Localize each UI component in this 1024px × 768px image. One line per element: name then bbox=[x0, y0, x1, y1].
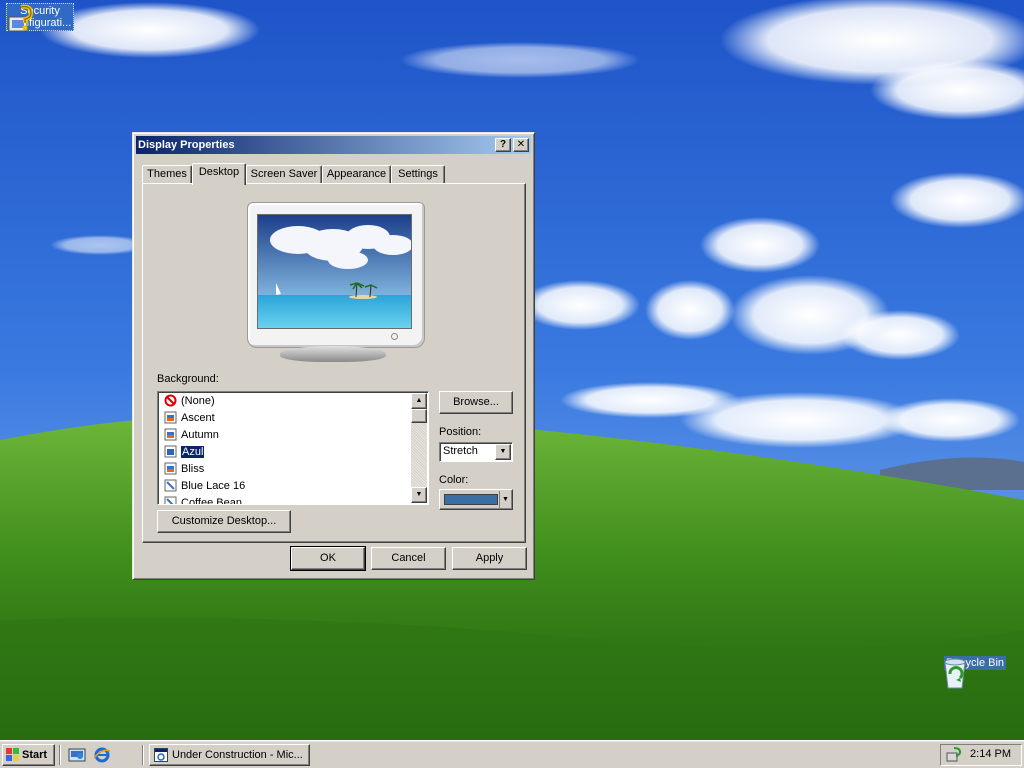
image-file-icon bbox=[164, 411, 177, 424]
taskbar-window-label: Under Construction - Mic... bbox=[172, 749, 303, 761]
dialog-title: Display Properties bbox=[138, 139, 235, 151]
monitor-stand bbox=[280, 346, 386, 362]
list-item[interactable]: Autumn bbox=[164, 427, 219, 444]
security-tray-icon[interactable] bbox=[945, 747, 961, 763]
image-file-icon bbox=[164, 428, 177, 441]
color-swatch bbox=[444, 494, 498, 505]
desktop-icon-recycle-bin[interactable]: Recycle Bin bbox=[938, 656, 1012, 689]
color-label: Color: bbox=[439, 474, 469, 486]
tab-screen-saver[interactable]: Screen Saver bbox=[246, 165, 322, 184]
display-properties-dialog: Display Properties ? ✕ Themes Desktop Sc… bbox=[132, 132, 535, 580]
monitor-preview bbox=[247, 202, 425, 348]
bitmap-file-icon bbox=[164, 479, 177, 492]
title-bar[interactable]: Display Properties ? ✕ bbox=[136, 136, 531, 154]
list-item[interactable]: Bliss bbox=[164, 461, 204, 478]
windows-logo-icon bbox=[6, 748, 19, 761]
image-file-icon bbox=[164, 445, 177, 458]
color-picker-button[interactable]: ▼ bbox=[439, 489, 513, 510]
position-label: Position: bbox=[439, 426, 482, 438]
taskbar: Start Under Construction - Mic... 2:14 P… bbox=[0, 740, 1024, 768]
list-item-selected[interactable]: Azul bbox=[164, 444, 206, 461]
chevron-down-icon: ▼ bbox=[499, 491, 511, 508]
tab-desktop[interactable]: Desktop bbox=[192, 163, 246, 185]
scroll-up-arrow-icon[interactable]: ▲ bbox=[411, 393, 427, 409]
listbox-scrollbar[interactable]: ▲ ▼ bbox=[411, 393, 427, 503]
desktop-icon-security-configuration[interactable]: Security Configurati... bbox=[3, 3, 77, 32]
chevron-down-icon[interactable]: ▼ bbox=[495, 444, 511, 460]
position-dropdown[interactable]: Stretch ▼ bbox=[439, 442, 513, 462]
taskbar-separator bbox=[142, 745, 144, 765]
browse-button[interactable]: Browse... bbox=[439, 391, 513, 414]
scroll-down-arrow-icon[interactable]: ▼ bbox=[411, 487, 427, 503]
tab-themes[interactable]: Themes bbox=[142, 165, 192, 184]
none-icon bbox=[164, 394, 177, 407]
list-item[interactable]: Ascent bbox=[164, 410, 215, 427]
start-button[interactable]: Start bbox=[2, 744, 55, 766]
close-button[interactable]: ✕ bbox=[513, 138, 529, 152]
background-label: Background: bbox=[157, 373, 219, 385]
position-value: Stretch bbox=[443, 445, 478, 457]
image-file-icon bbox=[164, 462, 177, 475]
taskbar-window-button[interactable]: Under Construction - Mic... bbox=[149, 744, 310, 766]
list-item[interactable]: Blue Lace 16 bbox=[164, 478, 245, 495]
security-config-icon bbox=[8, 4, 34, 32]
start-label: Start bbox=[22, 749, 48, 761]
ok-button[interactable]: OK bbox=[290, 546, 366, 571]
tab-appearance[interactable]: Appearance bbox=[322, 165, 391, 184]
apply-button[interactable]: Apply bbox=[452, 547, 527, 570]
list-item[interactable]: Coffee Bean bbox=[164, 495, 242, 504]
browser-window-icon bbox=[154, 748, 168, 762]
cancel-button[interactable]: Cancel bbox=[371, 547, 446, 570]
internet-explorer-icon[interactable] bbox=[93, 746, 111, 764]
background-listbox[interactable]: (None) Ascent Autumn Azul Bliss Blue Lac… bbox=[157, 391, 429, 505]
clock: 2:14 PM bbox=[970, 748, 1011, 760]
scroll-thumb[interactable] bbox=[411, 409, 427, 423]
help-button[interactable]: ? bbox=[495, 138, 511, 152]
list-item[interactable]: (None) bbox=[164, 393, 215, 410]
system-tray: 2:14 PM bbox=[940, 744, 1022, 766]
show-desktop-icon[interactable] bbox=[68, 746, 86, 764]
tab-settings[interactable]: Settings bbox=[391, 165, 445, 184]
recycle-bin-icon bbox=[944, 658, 966, 689]
bitmap-file-icon bbox=[164, 496, 177, 504]
desktop-tab-panel: Background: (None) Ascent Autumn Azul Bl… bbox=[142, 183, 526, 543]
customize-desktop-button[interactable]: Customize Desktop... bbox=[157, 510, 291, 533]
taskbar-separator bbox=[59, 745, 61, 765]
power-button-icon bbox=[391, 333, 398, 340]
wallpaper-preview bbox=[257, 214, 412, 329]
